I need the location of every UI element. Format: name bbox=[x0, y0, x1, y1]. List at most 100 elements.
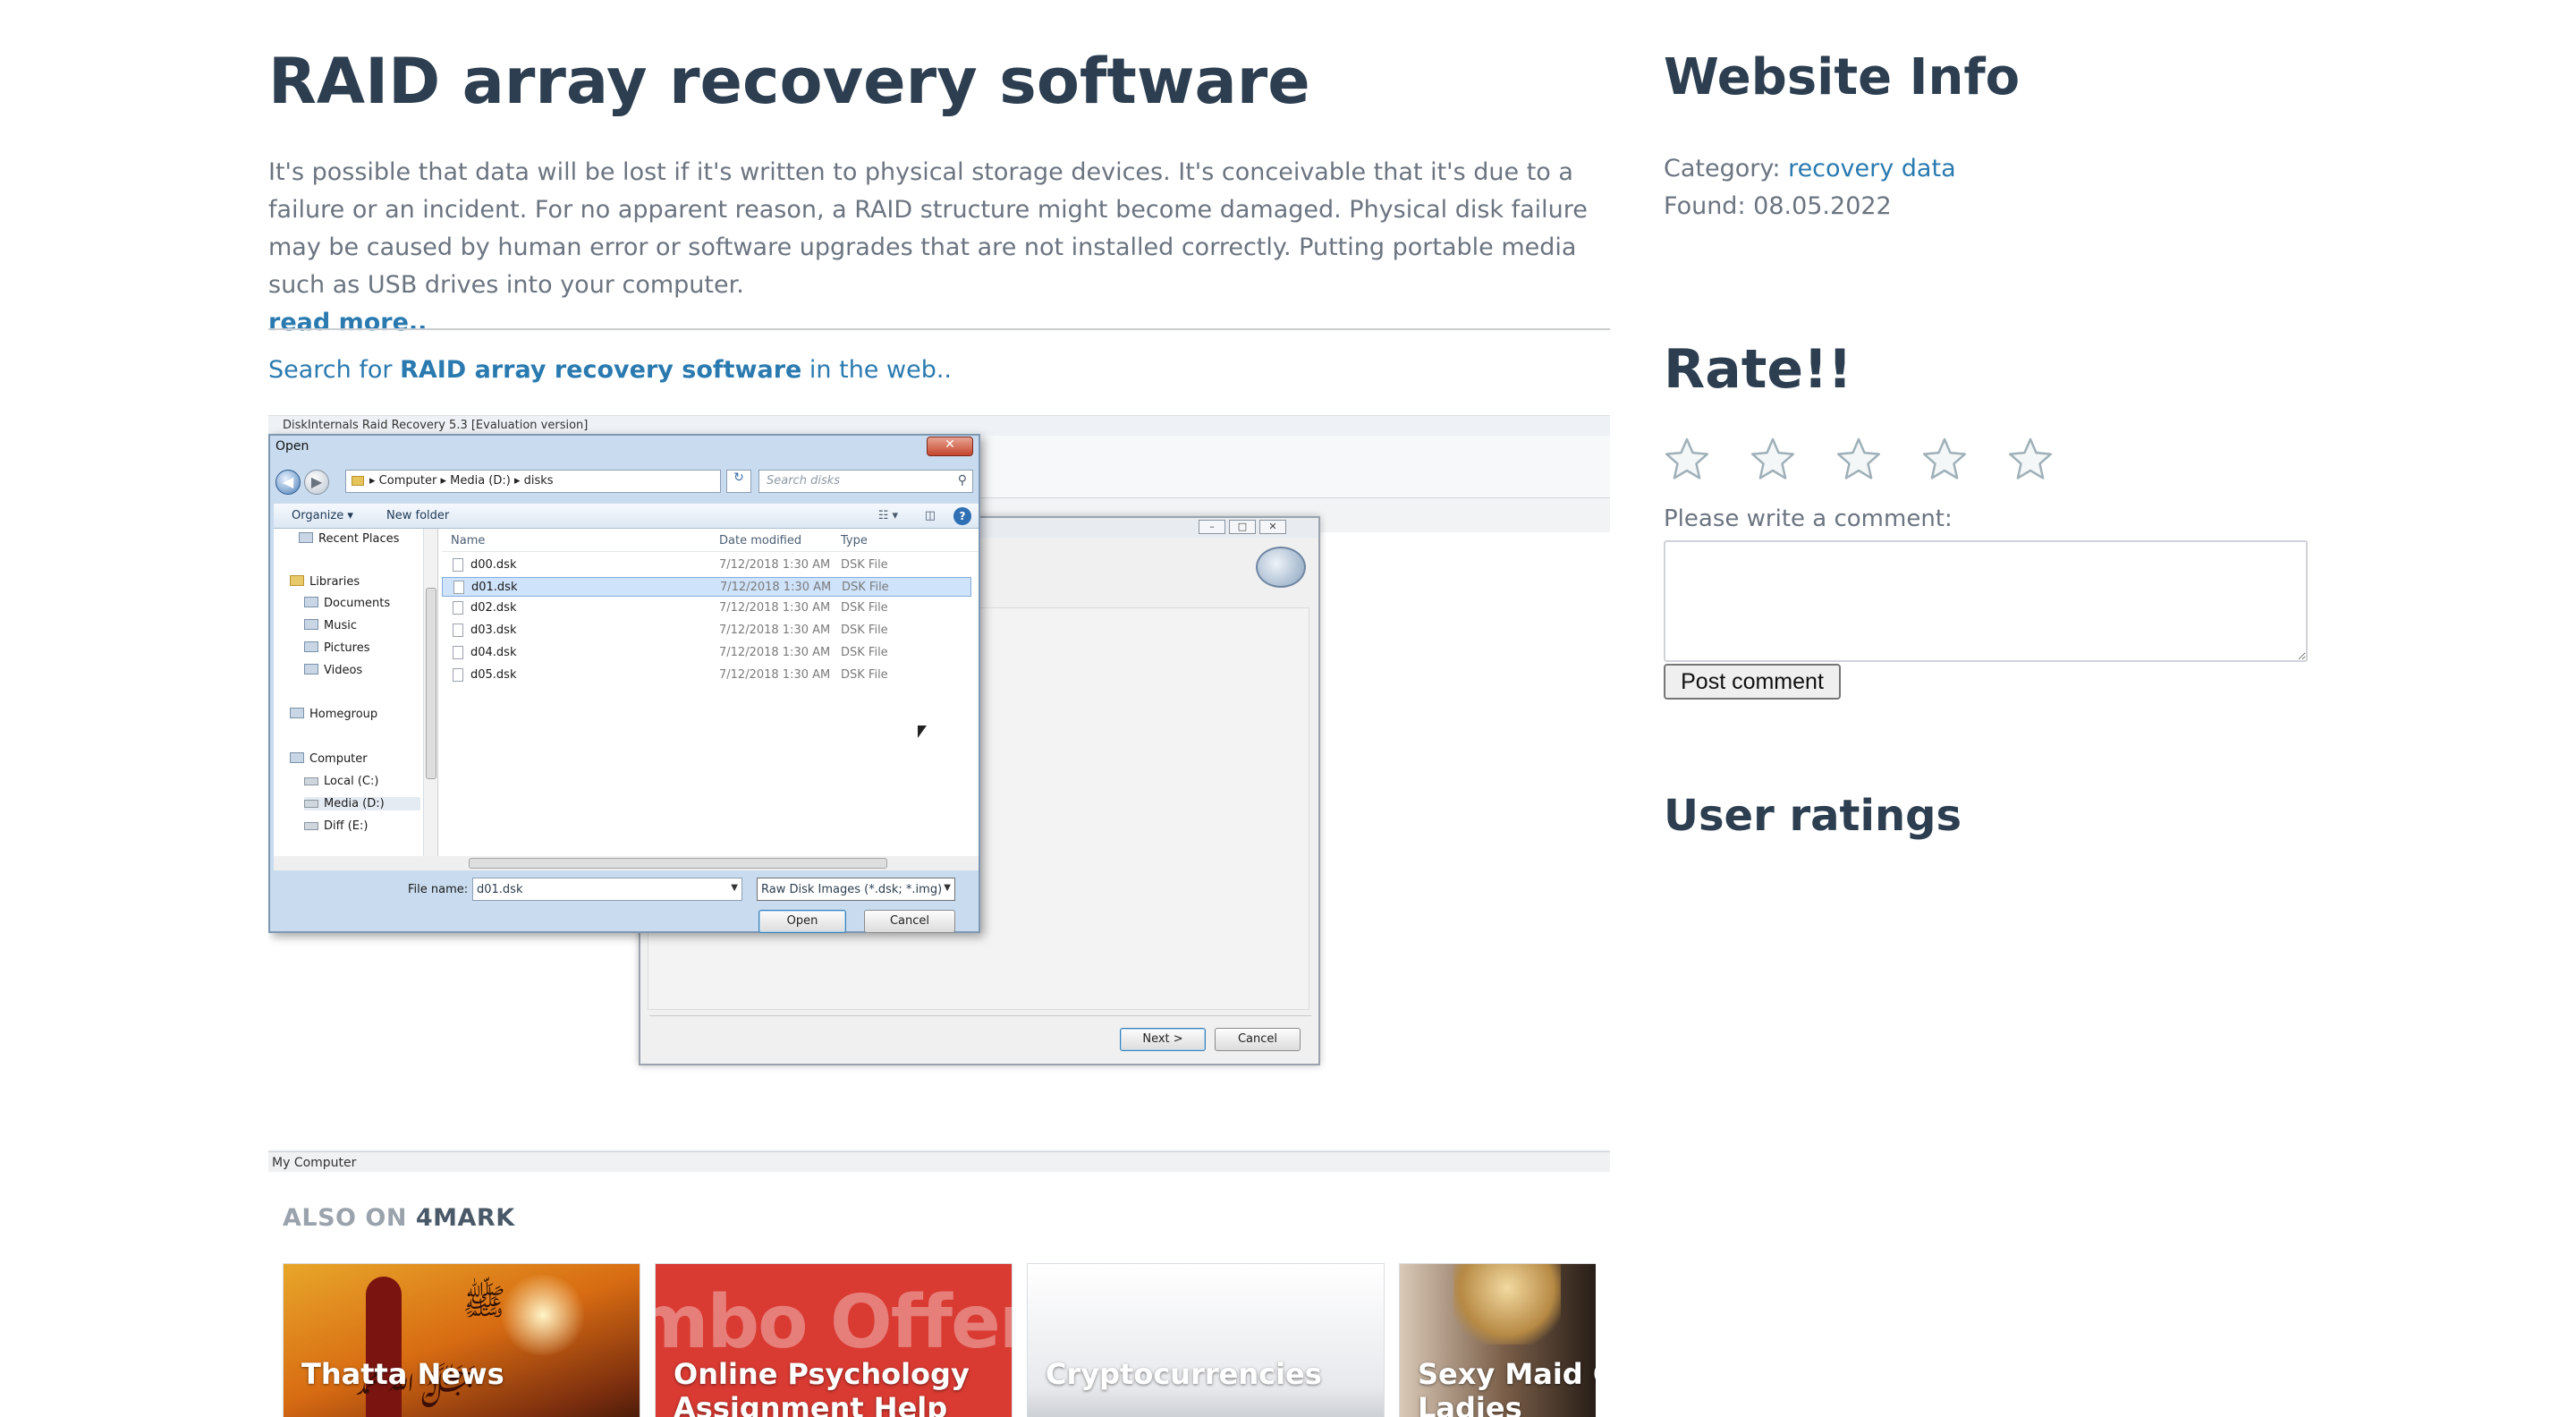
card-title: Sexy Maid Costume Ladies bbox=[1418, 1357, 1596, 1417]
nav-libraries: Libraries bbox=[290, 575, 360, 589]
file-scroll-thumb bbox=[469, 858, 887, 869]
star-2-icon[interactable] bbox=[1750, 437, 1796, 483]
related-card-thatta-news[interactable]: ﷺ ﷻ ﷲ ﷴ Thatta News bbox=[283, 1263, 640, 1417]
breadcrumb: ▸ Computer ▸ Media (D:) ▸ disks bbox=[345, 470, 721, 493]
calligraphy-graphic: ﷺ bbox=[462, 1282, 506, 1323]
column-name: Name bbox=[451, 534, 486, 547]
category-label: Category: bbox=[1664, 155, 1789, 182]
open-dialog-title: Open bbox=[275, 439, 309, 454]
category-line: Category: recovery data bbox=[1664, 150, 1956, 188]
web-search-link[interactable]: Search for RAID array recovery software … bbox=[268, 356, 952, 384]
divider bbox=[268, 328, 1610, 330]
post-comment-button[interactable]: Post comment bbox=[1664, 664, 1841, 700]
nav-videos: Videos bbox=[304, 664, 362, 677]
breadcrumb-disks: disks bbox=[523, 474, 554, 488]
search-prefix: Search for bbox=[268, 356, 401, 384]
file-row-selected: d01.dsk 7/12/2018 1:30 AM DSK File bbox=[442, 577, 971, 597]
open-file-dialog: Open ✕ ◀ ▶ ▸ Computer ▸ Media (D:) ▸ dis… bbox=[268, 434, 980, 933]
dialog-cancel-button: Cancel bbox=[864, 910, 955, 933]
also-on-prefix: ALSO ON bbox=[283, 1204, 416, 1232]
rate-heading: Rate!! bbox=[1664, 338, 1852, 401]
chevron-down-icon: ▼ bbox=[944, 883, 951, 893]
file-type-filter: Raw Disk Images (*.dsk; *.img) ▼ bbox=[757, 878, 955, 901]
file-icon bbox=[453, 624, 463, 637]
file-browser: Recent Places Libraries Documents Music … bbox=[274, 529, 979, 861]
star-4-icon[interactable] bbox=[1921, 437, 1968, 483]
comment-textarea[interactable] bbox=[1664, 540, 2308, 662]
column-date: Date modified bbox=[719, 534, 802, 547]
libraries-icon bbox=[290, 575, 304, 586]
disk-icon bbox=[1256, 547, 1306, 588]
file-row: d00.dsk 7/12/2018 1:30 AM DSK File bbox=[442, 556, 971, 575]
card-title: Cryptocurrencies bbox=[1046, 1357, 1322, 1391]
star-3-icon[interactable] bbox=[1835, 437, 1882, 483]
column-type: Type bbox=[841, 534, 868, 547]
dialog-search-placeholder: Search disks bbox=[767, 474, 841, 488]
minimize-icon: – bbox=[1199, 520, 1225, 534]
search-suffix: in the web.. bbox=[801, 356, 952, 384]
wizard-next-button: Next > bbox=[1120, 1028, 1206, 1051]
article-description: It's possible that data will be lost if … bbox=[268, 154, 1610, 342]
promo-text: mbo Offer bbox=[656, 1280, 1012, 1365]
search-icon: ⚲ bbox=[957, 473, 967, 488]
file-icon bbox=[453, 601, 463, 615]
nav-music: Music bbox=[304, 619, 357, 632]
wizard-cancel-button: Cancel bbox=[1215, 1028, 1301, 1051]
sun-graphic bbox=[498, 1275, 588, 1355]
search-term: RAID array recovery software bbox=[400, 356, 802, 384]
file-icon bbox=[453, 558, 463, 572]
related-card-psychology[interactable]: mbo Offer Online Psychology Assignment H… bbox=[655, 1263, 1013, 1417]
refresh-icon: ↻ bbox=[726, 470, 751, 493]
website-info-heading: Website Info bbox=[1664, 48, 2021, 106]
forward-icon: ▶ bbox=[304, 470, 329, 495]
nav-pictures: Pictures bbox=[304, 641, 369, 655]
documents-icon bbox=[304, 597, 318, 607]
nav-documents: Documents bbox=[304, 597, 390, 610]
help-icon: ? bbox=[953, 507, 971, 525]
breadcrumb-computer: Computer bbox=[378, 474, 437, 488]
navigation-pane: Recent Places Libraries Documents Music … bbox=[274, 529, 424, 861]
dialog-close-icon: ✕ bbox=[927, 437, 973, 456]
page: RAID array recovery software It's possib… bbox=[0, 0, 2576, 1417]
view-options-icon: ☷ ▾ bbox=[877, 509, 898, 522]
description-text: It's possible that data will be lost if … bbox=[268, 158, 1588, 299]
file-row: d03.dsk 7/12/2018 1:30 AM DSK File bbox=[442, 621, 971, 641]
related-cards: ﷺ ﷻ ﷲ ﷴ Thatta News mbo Offer Online Psy… bbox=[283, 1263, 1596, 1417]
file-icon bbox=[453, 581, 464, 594]
file-name-label: File name: bbox=[408, 883, 469, 896]
pictures-icon bbox=[304, 641, 318, 652]
category-link[interactable]: recovery data bbox=[1788, 155, 1956, 182]
comment-label: Please write a comment: bbox=[1664, 505, 1953, 532]
star-5-icon[interactable] bbox=[2007, 437, 2054, 483]
dialog-open-button: Open bbox=[758, 910, 846, 933]
nav-homegroup: Homegroup bbox=[290, 708, 377, 721]
nav-recent-places: Recent Places bbox=[299, 532, 399, 546]
found-date: 08.05.2022 bbox=[1753, 192, 1892, 220]
app-title-bar: DiskInternals Raid Recovery 5.3 [Evaluat… bbox=[268, 416, 1610, 436]
file-list: Name Date modified Type d00.dsk 7/12/2018… bbox=[442, 529, 979, 861]
nav-scrollbar bbox=[424, 529, 438, 861]
read-more-link[interactable]: read more.. bbox=[268, 304, 1610, 342]
dialog-command-bar: Organize ▾ New folder ☷ ▾ ◫ ? bbox=[274, 504, 979, 529]
star-1-icon[interactable] bbox=[1664, 437, 1710, 483]
nav-scroll-thumb bbox=[426, 588, 436, 779]
user-ratings-heading: User ratings bbox=[1664, 791, 1962, 841]
breadcrumb-media: Media (D:) bbox=[450, 474, 511, 488]
also-on-brand: 4MARK bbox=[415, 1204, 515, 1232]
nav-diff-e: Diff (E:) bbox=[304, 819, 368, 833]
new-folder-button: New folder bbox=[386, 509, 450, 522]
computer-icon bbox=[290, 752, 304, 763]
dialog-footer: File name: d01.dsk ▼ Raw Disk Images (*.d… bbox=[274, 872, 979, 933]
related-card-maid-costume[interactable]: Sexy Maid Costume Ladies bbox=[1399, 1263, 1596, 1417]
file-row: d04.dsk 7/12/2018 1:30 AM DSK File bbox=[442, 643, 971, 663]
drive-icon bbox=[304, 822, 318, 830]
star-shape bbox=[1836, 437, 1881, 479]
address-bar: ◀ ▶ ▸ Computer ▸ Media (D:) ▸ disks ↻ Se… bbox=[274, 468, 979, 496]
file-row: d02.dsk 7/12/2018 1:30 AM DSK File bbox=[442, 598, 971, 618]
file-icon bbox=[453, 646, 463, 659]
folder-icon bbox=[352, 476, 364, 486]
related-card-cryptocurrencies[interactable]: Cryptocurrencies bbox=[1027, 1263, 1385, 1417]
file-list-header: Name Date modified Type bbox=[442, 529, 979, 552]
article-screenshot: DiskInternals Raid Recovery 5.3 [Evaluat… bbox=[268, 415, 1610, 1172]
nav-computer: Computer bbox=[290, 752, 368, 766]
